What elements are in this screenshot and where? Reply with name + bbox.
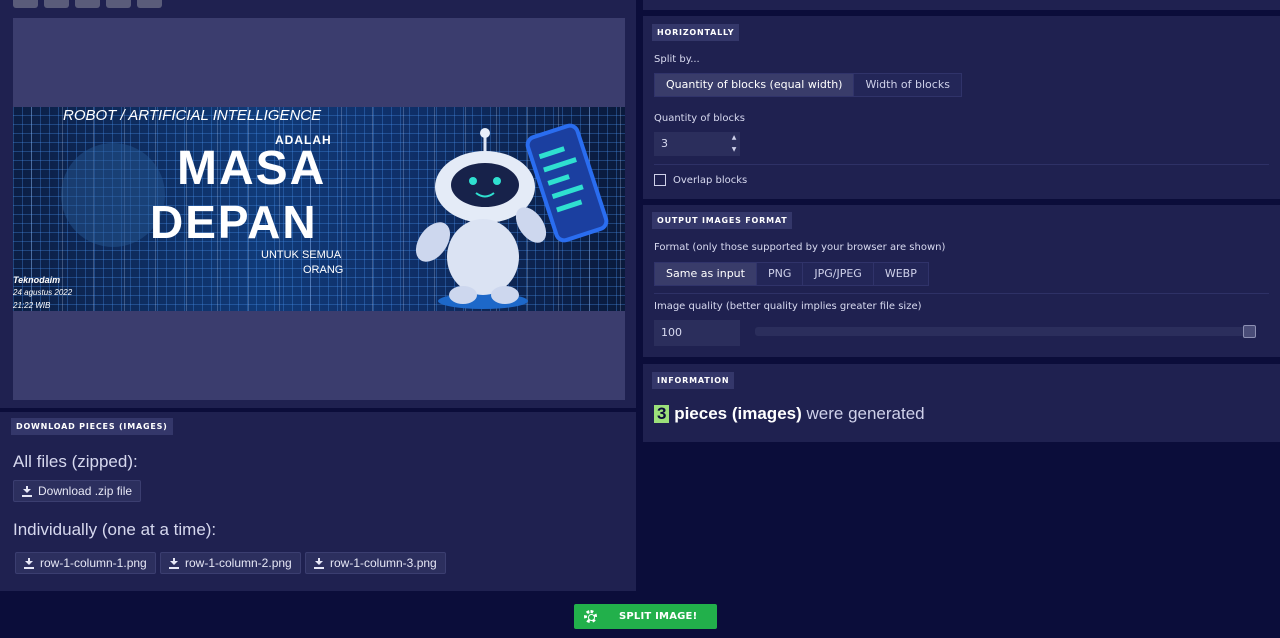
horizontally-badge: HORIZONTALLY: [652, 24, 740, 41]
robot-eye-left: [469, 177, 477, 185]
format-label: Format (only those supported by your bro…: [654, 242, 946, 253]
overlap-checkbox[interactable]: [654, 174, 666, 186]
individual-files-title: Individually (one at a time):: [13, 520, 217, 539]
zoom-in-button[interactable]: [13, 0, 38, 8]
file-name: row-1-column-1.png: [40, 556, 147, 570]
quality-slider-track[interactable]: [755, 327, 1256, 336]
preview-panel: ROBOT / ARTIFICIAL INTELLIGENCE ADALAH M…: [0, 0, 636, 408]
banner-depan-text: DEPAN: [150, 196, 318, 248]
download-badge: DOWNLOAD PIECES (IMAGES): [11, 418, 173, 435]
divider: [654, 164, 1269, 165]
format-option-webp[interactable]: WEBP: [873, 263, 928, 285]
robot-body: [447, 219, 519, 295]
robot-eye-right: [493, 177, 501, 185]
quantity-input[interactable]: 3 ▲ ▼: [654, 132, 740, 156]
generated-info-text: 3 pieces (images) were generated: [654, 404, 925, 424]
download-panel: DOWNLOAD PIECES (IMAGES) All files (zipp…: [0, 412, 636, 591]
banner-time: 21:22 WIB: [13, 301, 51, 310]
pieces-label: pieces (images): [674, 404, 802, 423]
download-icon: [24, 558, 34, 569]
banner-orang-text: ORANG: [303, 264, 344, 276]
file-name: row-1-column-3.png: [330, 556, 437, 570]
format-option-same[interactable]: Same as input: [655, 263, 757, 285]
overlap-label: Overlap blocks: [673, 175, 748, 186]
information-badge: INFORMATION: [652, 372, 735, 389]
quality-input[interactable]: 100: [654, 320, 740, 346]
split-option-quantity[interactable]: Quantity of blocks (equal width): [655, 74, 855, 96]
split-image-button[interactable]: SPLIT IMAGE!: [574, 604, 717, 629]
robot-foot-left: [449, 286, 477, 304]
preview-image: ROBOT / ARTIFICIAL INTELLIGENCE ADALAH M…: [13, 107, 625, 311]
format-option-png[interactable]: PNG: [756, 263, 804, 285]
banner-masa-text: MASA: [177, 142, 327, 195]
file-name: row-1-column-2.png: [185, 556, 292, 570]
format-selector: Same as input PNG JPG/JPEG WEBP: [654, 262, 929, 286]
output-format-badge: OUTPUT IMAGES FORMAT: [652, 212, 793, 229]
quantity-value: 3: [661, 137, 668, 150]
zoom-fit-button[interactable]: [75, 0, 100, 8]
zoom-reset-button[interactable]: [106, 0, 131, 8]
split-by-label: Split by...: [654, 54, 700, 65]
download-icon: [22, 486, 32, 497]
download-zip-button[interactable]: Download .zip file: [13, 480, 142, 502]
split-image-label: SPLIT IMAGE!: [619, 611, 698, 622]
all-files-title: All files (zipped):: [13, 452, 138, 471]
robot-visor: [451, 163, 519, 207]
banner-author: Teknodaim: [13, 275, 61, 285]
robot-foot-right: [491, 286, 519, 304]
preview-canvas: ROBOT / ARTIFICIAL INTELLIGENCE ADALAH M…: [13, 18, 625, 400]
quality-slider-thumb[interactable]: [1243, 325, 1256, 338]
quality-label: Image quality (better quality implies gr…: [654, 301, 922, 312]
quantity-label: Quantity of blocks: [654, 113, 745, 124]
quality-value: 100: [661, 326, 682, 339]
zoom-out-button[interactable]: [44, 0, 69, 8]
download-file-button[interactable]: row-1-column-2.png: [160, 552, 301, 574]
vertical-settings-panel-edge: [643, 0, 1280, 10]
download-file-button[interactable]: row-1-column-3.png: [305, 552, 446, 574]
download-icon: [314, 558, 324, 569]
banner-untuk-text: UNTUK SEMUA: [261, 249, 342, 261]
generated-label: were generated: [806, 404, 925, 423]
gear-icon: [584, 610, 597, 623]
information-panel: INFORMATION 3 pieces (images) were gener…: [643, 364, 1280, 442]
download-file-button[interactable]: row-1-column-1.png: [15, 552, 156, 574]
banner-date: 24 agustus 2022: [13, 288, 73, 297]
split-by-selector: Quantity of blocks (equal width) Width o…: [654, 73, 962, 97]
more-options-button[interactable]: [137, 0, 162, 8]
horizontally-panel: HORIZONTALLY Split by... Quantity of blo…: [643, 16, 1280, 199]
split-option-width[interactable]: Width of blocks: [854, 74, 961, 96]
format-option-jpg[interactable]: JPG/JPEG: [803, 263, 874, 285]
download-zip-label: Download .zip file: [38, 484, 133, 498]
pieces-count: 3: [654, 405, 670, 423]
quantity-stepper[interactable]: ▲ ▼: [728, 132, 740, 156]
download-icon: [169, 558, 179, 569]
output-format-panel: OUTPUT IMAGES FORMAT Format (only those …: [643, 205, 1280, 357]
divider: [654, 293, 1269, 294]
robot-antenna-tip: [480, 128, 490, 138]
banner-topic-text: ROBOT / ARTIFICIAL INTELLIGENCE: [63, 107, 322, 124]
